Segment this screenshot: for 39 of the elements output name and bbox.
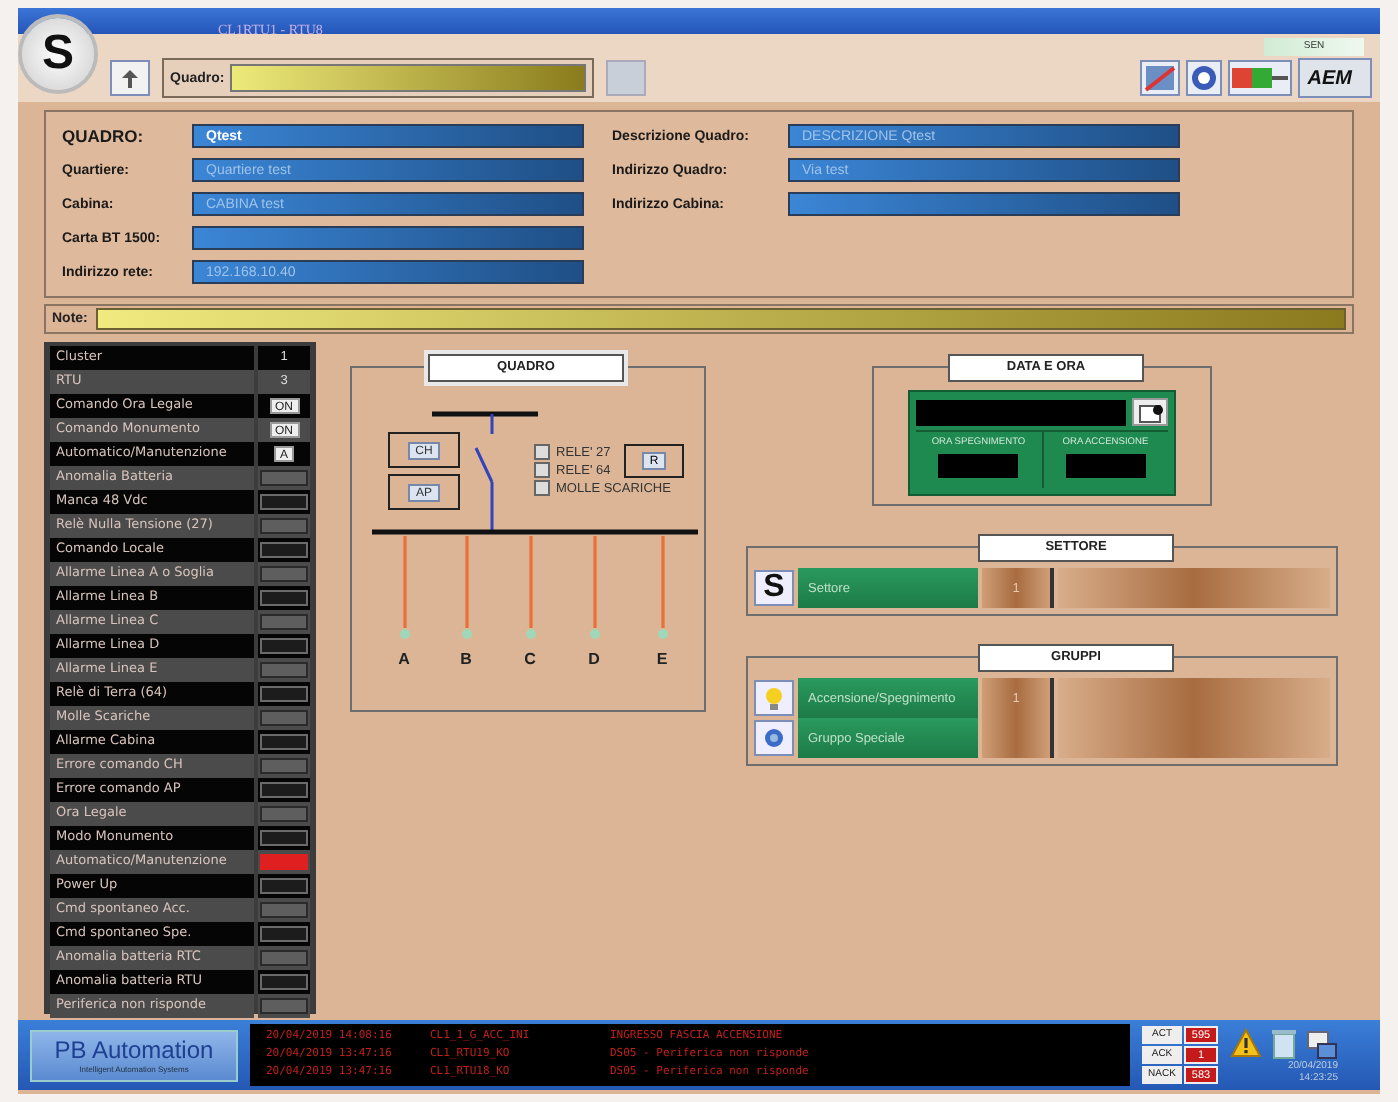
feeder-line <box>399 536 409 640</box>
clock-icon <box>1137 401 1163 423</box>
feeder-line <box>657 536 667 640</box>
map-button[interactable] <box>1139 60 1180 96</box>
company-name: PB Automation <box>54 1037 214 1063</box>
input-field[interactable] <box>788 192 1180 216</box>
time-display <box>1065 454 1146 478</box>
feeder-label: D <box>586 650 602 668</box>
warning-icon[interactable] <box>1230 1027 1262 1057</box>
feeder-label: C <box>522 650 538 668</box>
flag-button[interactable] <box>1227 60 1292 96</box>
feeder-label: A <box>396 650 412 668</box>
checkbox[interactable] <box>534 462 550 478</box>
feeder-line <box>461 536 471 640</box>
app-logo: S <box>22 18 94 90</box>
computer-icon[interactable] <box>1306 1027 1338 1059</box>
feeder-line <box>525 536 535 640</box>
brand-logo: AEM <box>1297 58 1372 98</box>
quadro-field[interactable] <box>230 64 587 92</box>
info-button[interactable] <box>1185 60 1222 96</box>
field-label: QUADRO: <box>62 126 146 146</box>
sector-button[interactable]: S <box>754 570 794 606</box>
light-button[interactable] <box>754 680 794 716</box>
group-value <box>982 718 1054 758</box>
up-arrow-icon <box>120 67 140 89</box>
up-button[interactable] <box>110 60 150 96</box>
trash-icon[interactable] <box>1268 1027 1300 1059</box>
group-button[interactable] <box>754 720 794 756</box>
feeder-line <box>589 536 599 640</box>
checkbox[interactable] <box>534 480 550 496</box>
bulb-icon <box>764 686 784 710</box>
feeder-label: E <box>654 650 670 668</box>
note-field[interactable] <box>95 308 1346 330</box>
clock-button[interactable] <box>1132 398 1168 426</box>
info-icon <box>1189 64 1218 92</box>
checkbox[interactable] <box>534 444 550 460</box>
time-display <box>938 454 1019 478</box>
feeder-label: B <box>458 650 474 668</box>
input-field[interactable] <box>192 226 584 250</box>
